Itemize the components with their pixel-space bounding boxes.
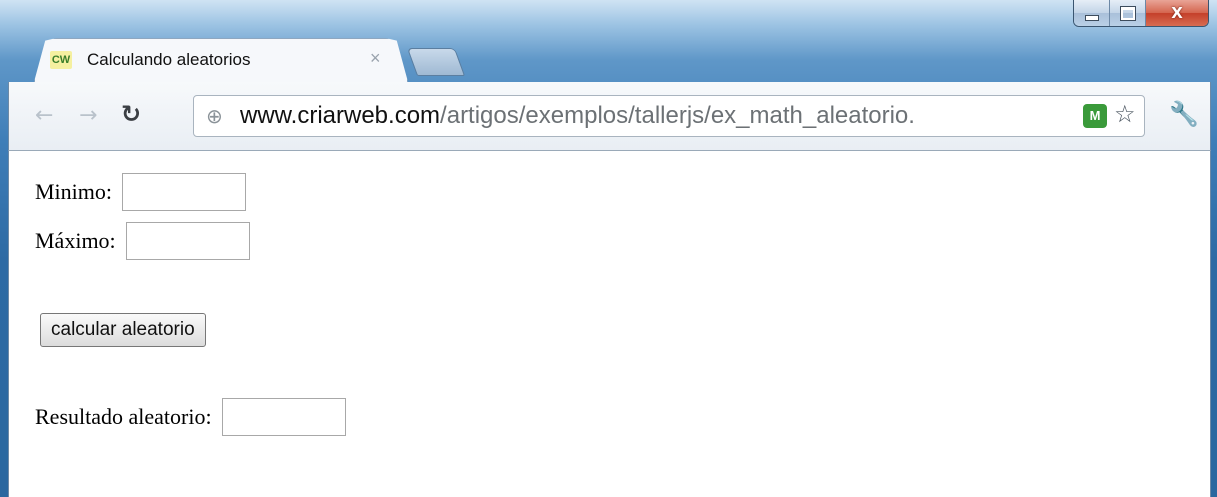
max-input[interactable] bbox=[125, 222, 250, 260]
close-window-button[interactable]: X bbox=[1146, 0, 1208, 26]
minimize-icon bbox=[1084, 15, 1099, 21]
address-bar[interactable]: ⊕ www.criarweb.com/artigos/exemplos/tall… bbox=[193, 95, 1145, 137]
url-text[interactable]: www.criarweb.com/artigos/exemplos/taller… bbox=[240, 102, 915, 130]
tab-title: Calculando aleatorios bbox=[87, 50, 251, 69]
new-tab-button[interactable] bbox=[406, 48, 466, 76]
max-label: Máximo: bbox=[35, 228, 116, 253]
result-row: Resultado aleatorio: bbox=[35, 398, 346, 436]
min-row: Minimo: bbox=[35, 173, 247, 211]
url-path: /artigos/exemplos/tallerjs/ex_math_aleat… bbox=[440, 102, 915, 129]
forward-arrow-icon[interactable]: → bbox=[79, 103, 97, 128]
calculate-random-button[interactable]: calcular aleatorio bbox=[40, 313, 206, 347]
browser-toolbar: ← → ↻ ⊕ www.criarweb.com/artigos/exemplo… bbox=[8, 82, 1211, 151]
page-content: Minimo: Máximo: calcular aleatorio Resul… bbox=[8, 151, 1211, 497]
result-label: Resultado aleatorio: bbox=[35, 404, 212, 429]
max-row: Máximo: bbox=[35, 222, 250, 260]
min-input[interactable] bbox=[122, 173, 247, 211]
back-arrow-icon[interactable]: ← bbox=[35, 103, 53, 128]
browser-tab[interactable]: CW Calculando aleatorios × bbox=[34, 38, 408, 82]
close-icon: X bbox=[1171, 4, 1183, 22]
extension-shield-icon[interactable]: M bbox=[1083, 104, 1107, 128]
maximize-button[interactable] bbox=[1110, 0, 1146, 26]
maximize-icon bbox=[1119, 5, 1136, 21]
reload-icon[interactable]: ↻ bbox=[121, 100, 141, 128]
minimize-button[interactable] bbox=[1074, 0, 1110, 26]
globe-icon: ⊕ bbox=[206, 104, 223, 128]
star-icon[interactable]: ☆ bbox=[1114, 100, 1136, 128]
wrench-icon[interactable]: 🔧 bbox=[1169, 100, 1199, 128]
result-input[interactable] bbox=[221, 398, 346, 436]
url-host: www.criarweb.com bbox=[240, 102, 441, 129]
favicon-icon: CW bbox=[50, 51, 72, 69]
tab-close-icon[interactable]: × bbox=[370, 48, 381, 69]
min-label: Minimo: bbox=[35, 179, 113, 204]
window-controls: X bbox=[1073, 0, 1209, 27]
